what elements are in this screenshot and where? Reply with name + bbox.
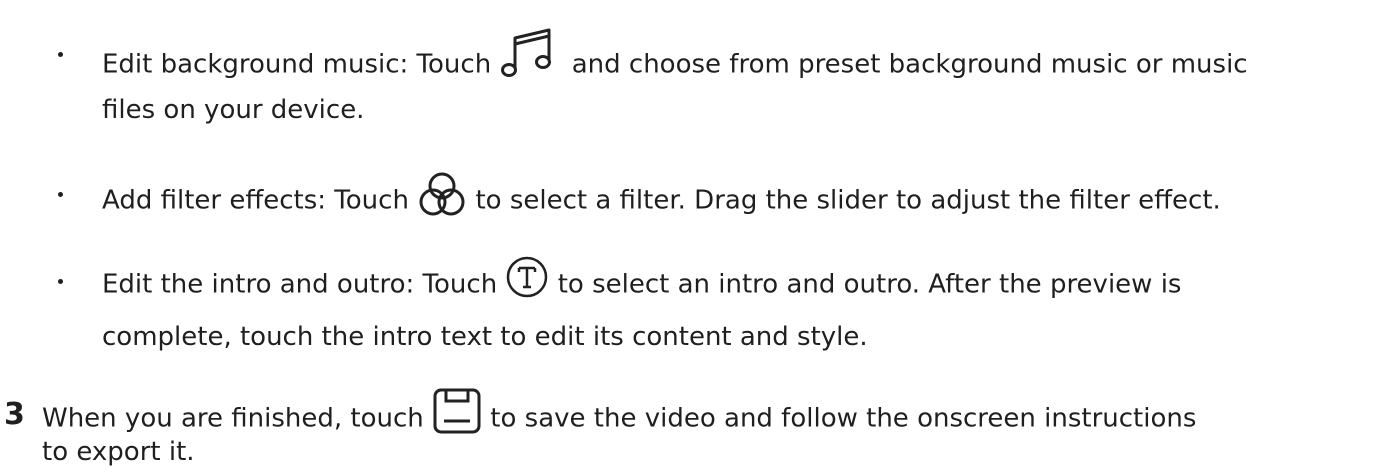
instruction-text: to save the video and follow the onscree… — [490, 403, 1197, 434]
instruction-text: Edit the intro and outro: Touch — [102, 269, 498, 300]
text-line: complete, touch the intro text to edit i… — [102, 317, 868, 357]
step-number: 3 — [4, 397, 25, 432]
filter-icon — [417, 170, 467, 220]
text-line: When you are finished, touch to save the… — [42, 388, 1197, 435]
instruction-text: When you are finished, touch — [42, 403, 424, 434]
bullet-dot — [58, 52, 63, 57]
bullet-dot — [58, 279, 63, 284]
instruction-text: Add filter effects: Touch — [102, 185, 409, 216]
text-t-icon — [505, 255, 549, 299]
instruction-text: to export it. — [42, 437, 195, 467]
text-line: Add filter effects: Touch to select a fi… — [102, 172, 1221, 216]
text-line: Edit background music: Touch and choose … — [102, 28, 1248, 80]
instruction-text: and choose from preset background music … — [571, 49, 1248, 80]
instruction-text: Edit background music: Touch — [102, 49, 492, 80]
instruction-text: to select a filter. Drag the slider to a… — [475, 185, 1221, 216]
instruction-text: files on your device. — [102, 95, 365, 125]
text-line: to export it. — [42, 432, 195, 472]
bullet-dot — [58, 192, 63, 197]
instruction-text: complete, touch the intro text to edit i… — [102, 322, 868, 352]
music-note-icon — [499, 24, 563, 82]
save-icon — [432, 387, 482, 435]
instruction-text: to select an intro and outro. After the … — [557, 269, 1182, 300]
text-line: files on your device. — [102, 90, 364, 130]
text-line: Edit the intro and outro: Touch to selec… — [102, 256, 1182, 303]
